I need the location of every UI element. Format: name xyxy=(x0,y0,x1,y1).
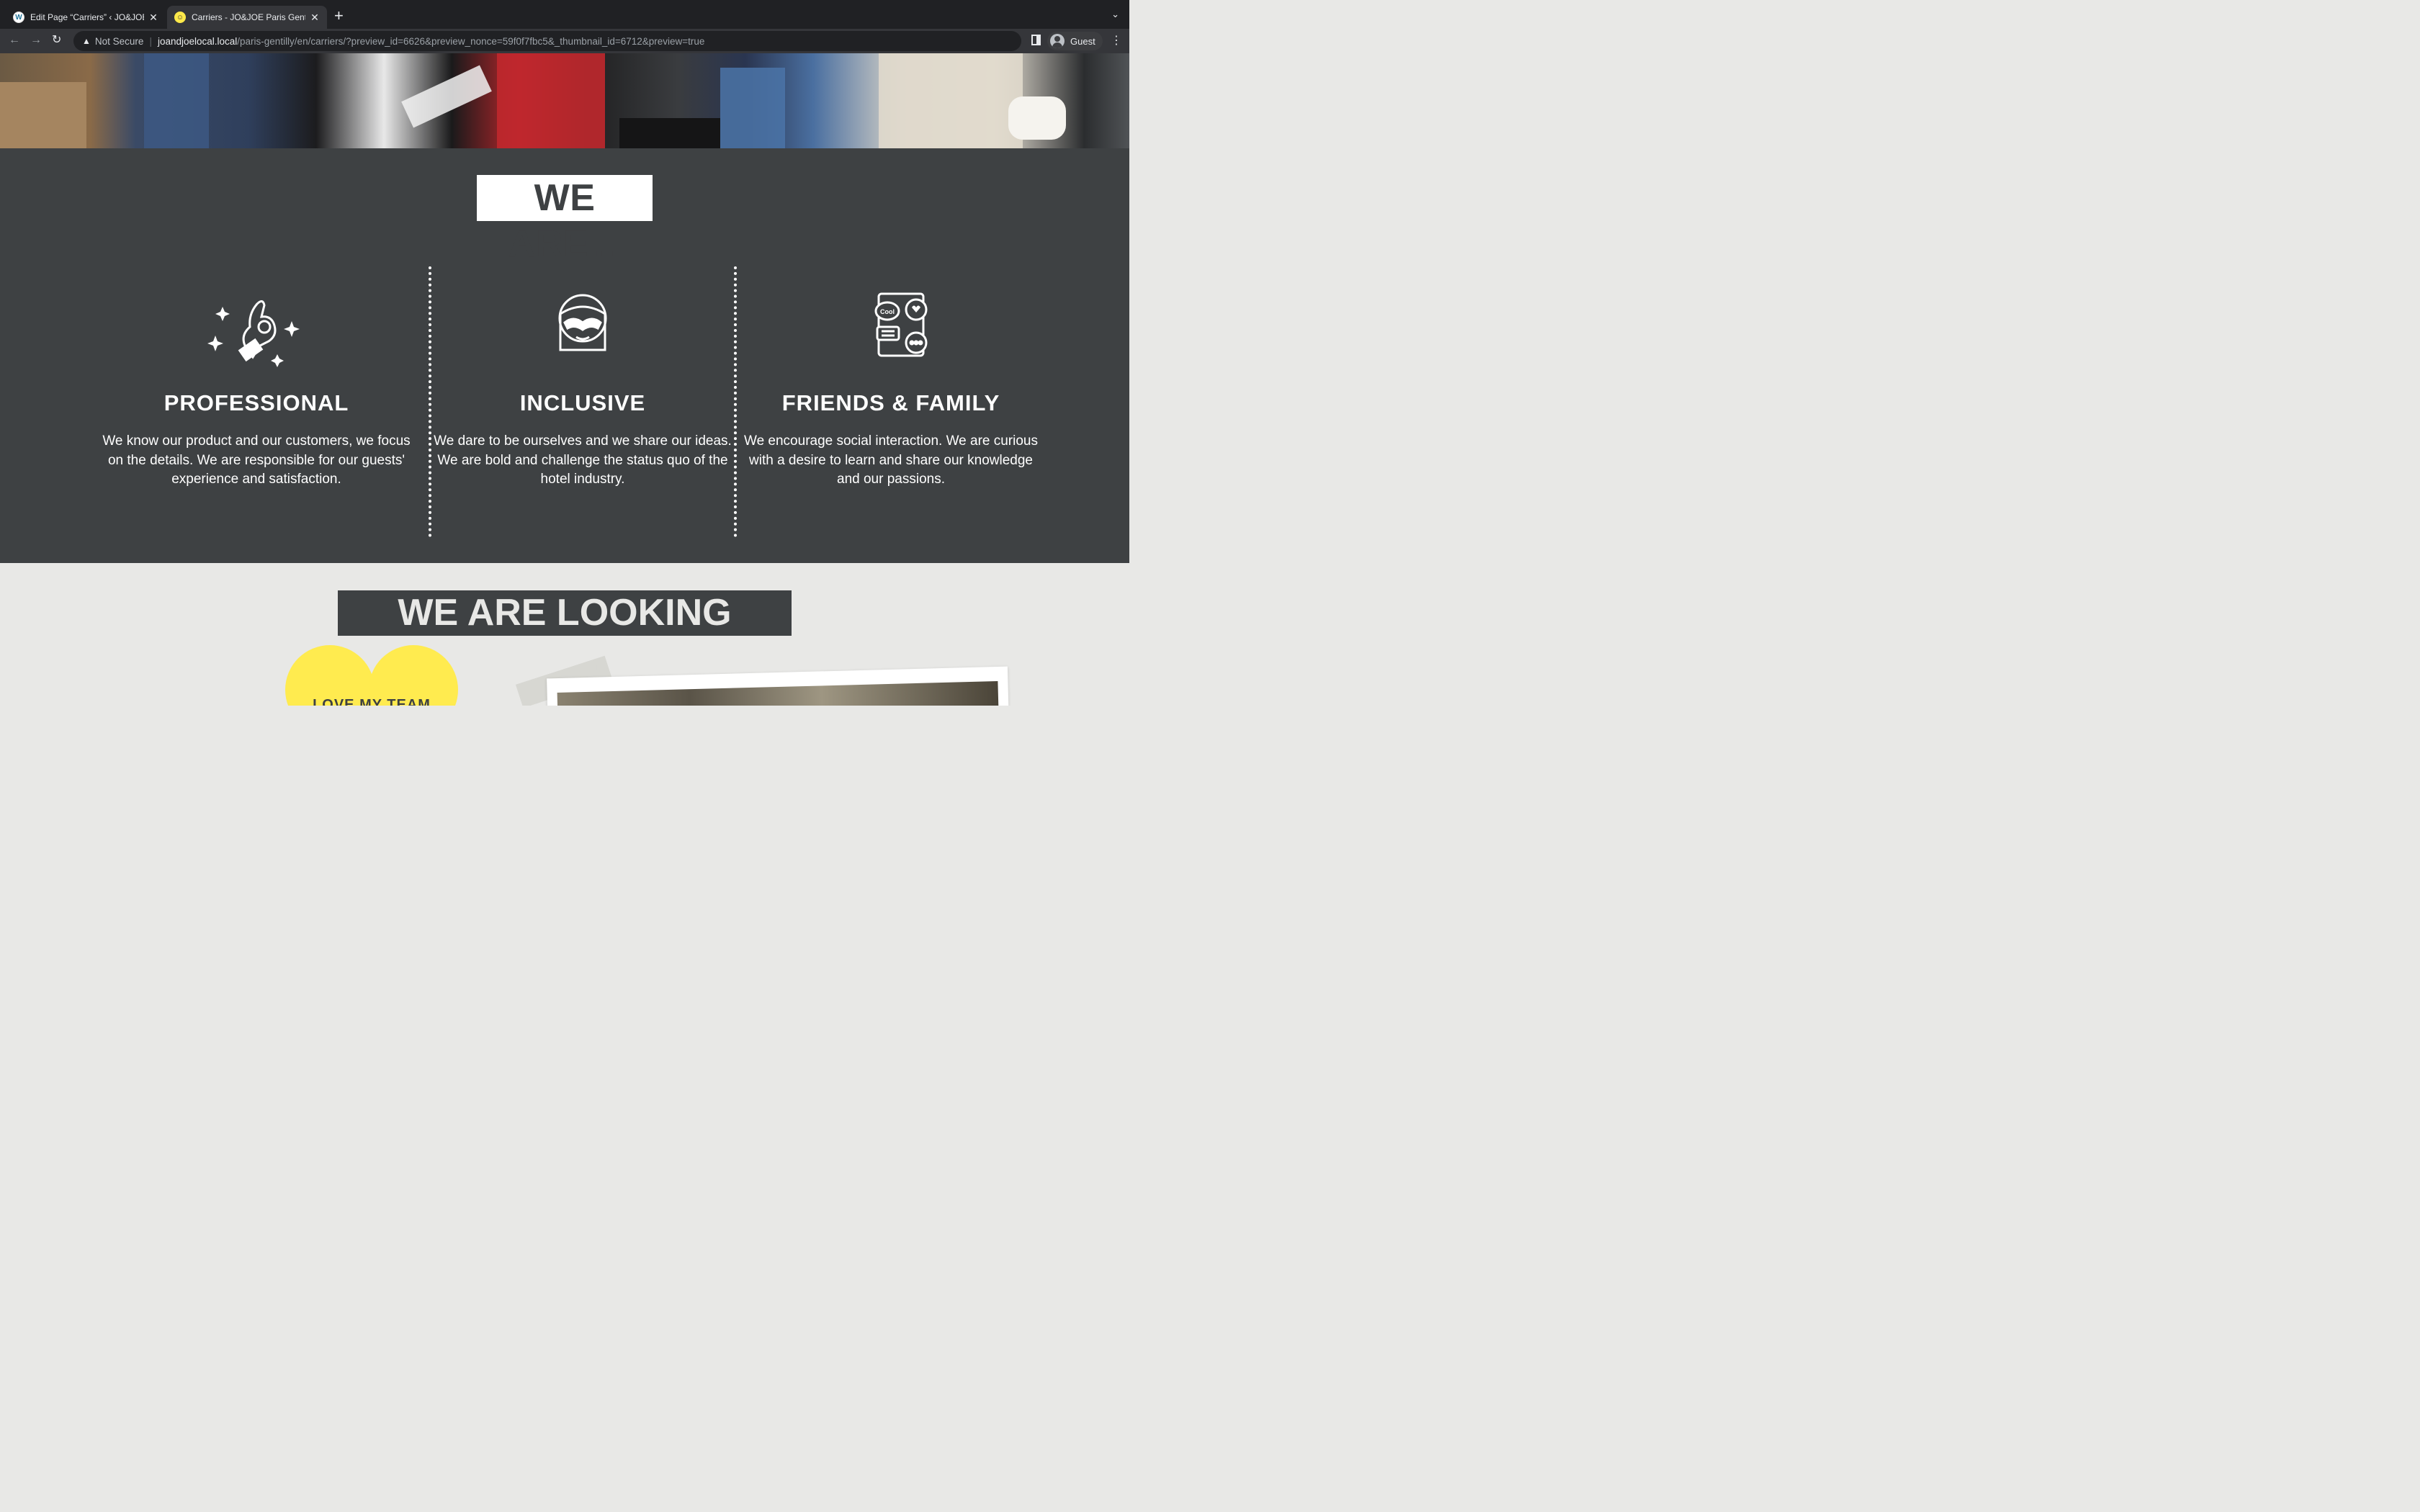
tab-title: Carriers - JO&JOE Paris Gentilly xyxy=(192,12,305,22)
chat-bubble-text: Cool xyxy=(880,308,895,315)
reload-icon[interactable]: ↻ xyxy=(52,33,61,48)
jojoe-icon: ☺ xyxy=(174,12,186,23)
url-host: joandjoelocal.local xyxy=(157,35,238,47)
heart-badge: LOVE MY TEAM xyxy=(285,645,460,706)
tab-search-chevron-icon[interactable]: ⌄ xyxy=(1111,9,1119,20)
close-tab-icon[interactable]: ✕ xyxy=(310,12,320,24)
chat-bubbles-icon: Cool xyxy=(837,285,945,372)
browser-toolbar: ← → ↻ ▲ Not Secure | joandjoelocal.local… xyxy=(0,29,1129,53)
new-tab-button[interactable]: + xyxy=(334,7,344,24)
security-label[interactable]: Not Secure xyxy=(95,36,144,47)
profile-label: Guest xyxy=(1070,35,1095,47)
value-text: We dare to be ourselves and we share our… xyxy=(434,433,732,487)
profile-button[interactable]: Guest xyxy=(1047,32,1103,50)
side-panel-icon[interactable] xyxy=(1031,35,1041,45)
close-tab-icon[interactable]: ✕ xyxy=(148,12,158,24)
masked-face-icon xyxy=(529,285,637,372)
avatar-icon xyxy=(1050,34,1065,48)
we-are-heading: WE ARE... xyxy=(477,175,653,265)
menu-kebab-icon[interactable]: ⋮ xyxy=(1111,33,1122,48)
value-friends-family: Cool FRIENDS & FAMILY We encourage socia… xyxy=(736,285,1046,490)
value-inclusive: INCLUSIVE We dare to be ourselves and we… xyxy=(428,285,738,490)
value-title: FRIENDS & FAMILY xyxy=(781,390,1000,415)
wordpress-icon: W xyxy=(13,12,24,23)
value-professional: PROFESSIONAL We know our product and our… xyxy=(102,285,411,490)
value-text: We know our product and our customers, w… xyxy=(102,433,411,487)
value-title: PROFESSIONAL xyxy=(163,390,349,415)
tab-title: Edit Page “Carriers” ‹ JO&JOE xyxy=(30,12,144,22)
forward-arrow-icon[interactable]: → xyxy=(30,33,42,48)
looking-for-heading: WE ARE LOOKING FOR... xyxy=(338,590,792,679)
address-separator: | xyxy=(149,35,152,47)
browser-tab-bar: W Edit Page “Carriers” ‹ JO&JOE ✕ ☺ Carr… xyxy=(0,0,1129,29)
tab-edit-page[interactable]: W Edit Page “Carriers” ‹ JO&JOE ✕ xyxy=(6,6,166,29)
hero-photo xyxy=(0,53,1129,148)
hand-ok-sparkles-icon xyxy=(202,285,310,372)
address-bar[interactable]: ▲ Not Secure | joandjoelocal.local/paris… xyxy=(73,31,1021,51)
tab-carriers[interactable]: ☺ Carriers - JO&JOE Paris Gentilly ✕ xyxy=(167,6,327,29)
team-photo-image xyxy=(557,680,999,706)
url-path: /paris-gentilly/en/carriers/?preview_id=… xyxy=(237,35,705,47)
back-arrow-icon[interactable]: ← xyxy=(9,33,20,48)
value-title: INCLUSIVE xyxy=(519,390,646,415)
heart-label: LOVE MY TEAM xyxy=(313,697,431,706)
value-text: We encourage social interaction. We are … xyxy=(743,433,1038,487)
looking-for-section: WE ARE LOOKING FOR... LOVE MY TEAM xyxy=(0,563,1129,706)
warning-triangle-icon: ▲ xyxy=(82,36,91,46)
we-are-section: WE ARE... PROFESSIONAL We know our produ… xyxy=(0,148,1129,563)
